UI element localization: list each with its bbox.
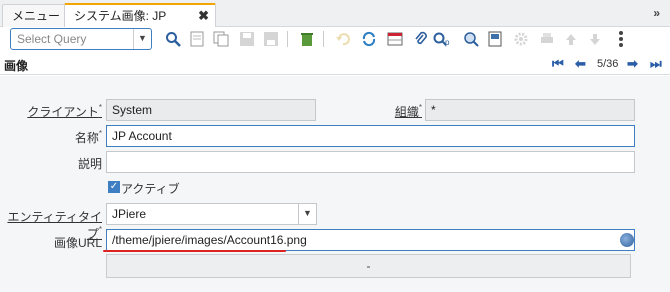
- name-label: 名称*: [0, 129, 102, 146]
- org-field[interactable]: *: [425, 99, 635, 121]
- record-form: クライアント* System 組織* * 名称* JP Account 説明 ✓…: [0, 76, 670, 292]
- save-icon[interactable]: [237, 29, 257, 49]
- tab-bar: メニュー システム画像: JP Account ✖ »: [0, 0, 670, 45]
- save-new-icon[interactable]: [261, 29, 281, 49]
- required-marker: *: [98, 103, 102, 112]
- image-url-label: 画像URL: [53, 236, 102, 250]
- image-url-field[interactable]: /theme/jpiere/images/Account16.png: [106, 229, 635, 251]
- description-field[interactable]: [106, 151, 635, 173]
- chevron-down-icon[interactable]: ▼: [133, 29, 151, 49]
- next-record-icon[interactable]: ➡: [627, 56, 638, 72]
- collapse-icon[interactable]: »: [653, 6, 660, 20]
- required-marker: *: [418, 103, 422, 112]
- tab-menu[interactable]: メニュー: [2, 4, 71, 27]
- record-counter: 5/36: [597, 58, 619, 70]
- client-label-text: クライアント: [27, 105, 99, 119]
- client-field[interactable]: System: [106, 99, 316, 121]
- required-marker: *: [98, 225, 102, 234]
- query-select[interactable]: Select Query ▼: [10, 28, 152, 50]
- annotation-underline: [103, 250, 286, 252]
- search-icon[interactable]: [163, 29, 183, 49]
- required-marker: *: [98, 129, 102, 138]
- entity-type-select[interactable]: JPiere ▼: [106, 203, 317, 225]
- attachment-icon[interactable]: [411, 29, 431, 49]
- query-placeholder: Select Query: [17, 32, 87, 46]
- toolbar-divider: [287, 31, 288, 47]
- new-record-icon[interactable]: [187, 29, 207, 49]
- globe-icon[interactable]: [620, 233, 634, 247]
- page-title: 画像: [4, 59, 29, 73]
- svg-text:p: p: [445, 38, 450, 47]
- active-label: アクティブ: [121, 182, 180, 196]
- tab-system-image[interactable]: システム画像: JP Account ✖: [64, 3, 216, 45]
- name-field[interactable]: JP Account: [106, 125, 635, 147]
- org-label[interactable]: 組織*: [380, 103, 422, 120]
- toolbar-divider: [323, 31, 324, 47]
- binary-data-button[interactable]: -: [106, 254, 631, 278]
- undo-icon[interactable]: [333, 29, 353, 49]
- grid-toggle-icon[interactable]: [385, 29, 405, 49]
- toolbar: Select Query ▼ p: [0, 27, 670, 53]
- up-icon[interactable]: [561, 29, 581, 49]
- org-label-text: 組織: [394, 105, 419, 119]
- report-icon[interactable]: [485, 29, 505, 49]
- more-icon[interactable]: [611, 29, 631, 49]
- down-icon[interactable]: [585, 29, 605, 49]
- close-icon[interactable]: ✖: [198, 5, 209, 27]
- previous-record-icon[interactable]: ⬅: [575, 56, 586, 72]
- entity-type-value: JPiere: [112, 207, 147, 221]
- tab-label: メニュー: [12, 9, 61, 23]
- copy-record-icon[interactable]: [211, 29, 231, 49]
- client-label[interactable]: クライアント*: [0, 103, 102, 120]
- status-bar: 画像 ⏮ ⬅ 5/36 ➡ ⏭: [0, 53, 670, 75]
- delete-icon[interactable]: [297, 29, 317, 49]
- zoom-across-icon[interactable]: p: [433, 29, 453, 49]
- name-label-text: 名称: [74, 131, 99, 145]
- description-label: 説明: [77, 157, 102, 171]
- zoom-icon[interactable]: [461, 29, 481, 49]
- active-checkbox[interactable]: ✓: [108, 181, 120, 193]
- first-record-icon[interactable]: ⏮: [552, 56, 564, 72]
- refresh-icon[interactable]: [359, 29, 379, 49]
- last-record-icon[interactable]: ⏭: [650, 56, 662, 72]
- print-icon[interactable]: [537, 29, 557, 49]
- chevron-down-icon[interactable]: ▼: [298, 204, 316, 224]
- settings-icon[interactable]: [511, 29, 531, 49]
